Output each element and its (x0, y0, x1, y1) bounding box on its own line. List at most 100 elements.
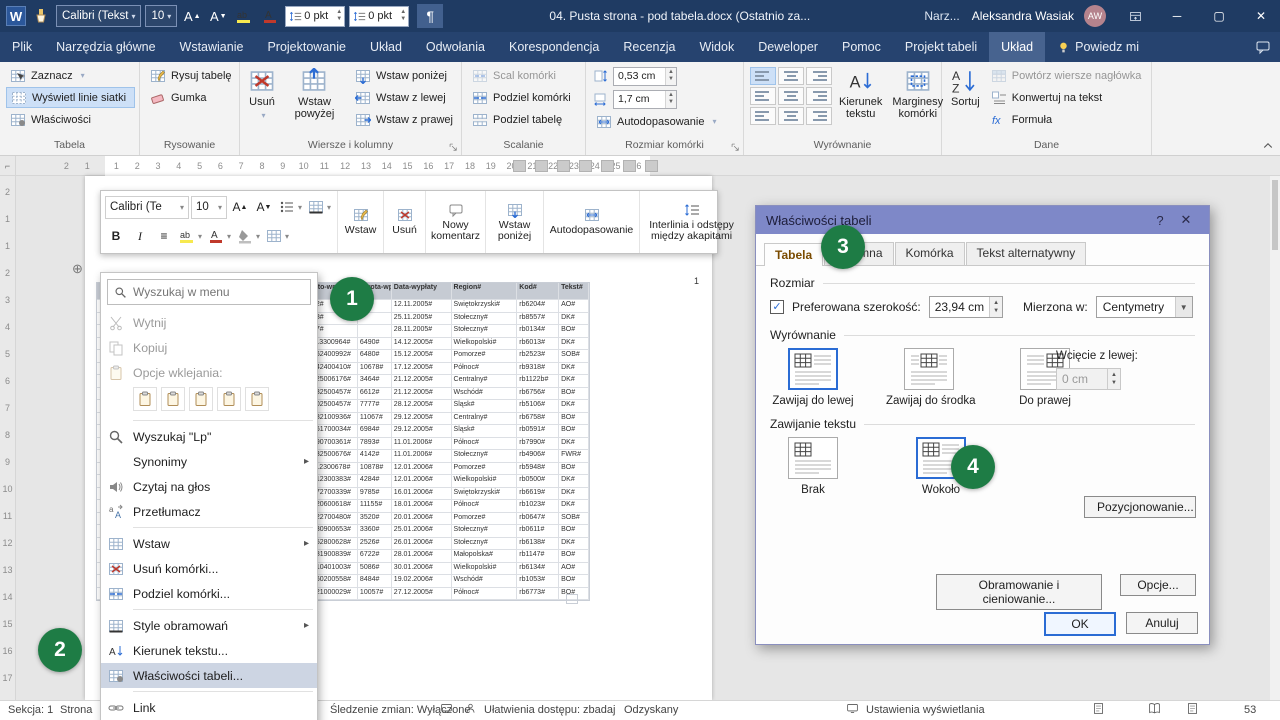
ruler-column-marker[interactable] (513, 160, 526, 172)
text-highlight-button[interactable]: ab▾ (177, 225, 204, 248)
mini-toolbar-button[interactable]: Wstaw (337, 191, 383, 253)
measured-in-select[interactable]: Centymetry▼ (1096, 296, 1193, 318)
dialog-titlebar[interactable]: Właściwości tabeli ? ✕ (756, 206, 1209, 234)
user-name[interactable]: Aleksandra Wasiak (972, 9, 1074, 23)
menu-item[interactable]: Wyszukaj "Lp" (101, 424, 317, 449)
wrapping-option[interactable]: Brak (770, 437, 856, 496)
table-move-handle[interactable]: ⊕ (72, 261, 83, 277)
formula-button[interactable]: fxFormuła (987, 109, 1147, 130)
shrink-font-button[interactable]: A▼ (207, 5, 229, 27)
table-properties-button[interactable]: Właściwości (6, 109, 135, 130)
shading-button[interactable]: ▾ (235, 225, 262, 248)
print-layout-icon[interactable] (1186, 701, 1203, 720)
page-indicator[interactable]: Strona (60, 701, 92, 720)
ribbon-tab[interactable]: Widok (687, 32, 746, 62)
align-middle-center-button[interactable] (778, 87, 804, 105)
mini-toolbar-button[interactable]: Wstaw poniżej (485, 191, 543, 253)
feedback-icon[interactable] (1246, 32, 1280, 62)
close-button[interactable]: ✕ (1242, 0, 1280, 32)
mini-font-name-select[interactable]: Calibri (Te▾ (105, 196, 189, 219)
draw-table-button[interactable]: Rysuj tabelę (146, 65, 235, 86)
ribbon-display-options-button[interactable] (1116, 0, 1154, 32)
align-middle-left-button[interactable] (750, 87, 776, 105)
mini-toolbar-button[interactable]: Usuń (383, 191, 425, 253)
dialog-launcher-icon[interactable] (730, 142, 741, 153)
mini-font-size-select[interactable]: 10▾ (191, 196, 227, 219)
menu-item[interactable] (133, 609, 313, 610)
align-middle-right-button[interactable] (806, 87, 832, 105)
align-button[interactable]: ≡ (153, 225, 175, 248)
menu-item[interactable]: Czytaj na głos (101, 474, 317, 499)
bold-button[interactable]: B (105, 225, 127, 248)
ribbon-tab[interactable]: Narzędzia główne (44, 32, 167, 62)
insert-below-button[interactable]: Wstaw poniżej (351, 65, 457, 86)
menu-item[interactable]: Wytnij (101, 310, 317, 335)
zoom-level[interactable]: 53 (1244, 701, 1256, 720)
view-gridlines-button[interactable]: Wyświetl linie siatki (6, 87, 135, 108)
font-name-select[interactable]: Calibri (Tekst▾ (56, 5, 141, 27)
mini-toolbar-button[interactable]: Nowy komentarz (425, 191, 485, 253)
grow-font-button[interactable]: A▲ (181, 5, 203, 27)
shrink-font-button[interactable]: A▼ (253, 196, 275, 219)
dialog-tab[interactable]: Tabela (764, 243, 823, 266)
ribbon-tab[interactable]: Wstawianie (168, 32, 256, 62)
ribbon-tab[interactable]: Układ (989, 32, 1045, 62)
borders-shading-button[interactable]: Obramowanie i cieniowanie... (936, 574, 1102, 610)
align-top-right-button[interactable] (806, 67, 832, 85)
cell-margins-button[interactable]: Marginesy komórki (889, 65, 946, 138)
dialog-tab[interactable]: Tekst alternatywny (966, 242, 1087, 265)
show-paragraph-marks-button[interactable]: ¶ (417, 4, 443, 28)
display-settings-icon[interactable] (846, 701, 863, 720)
paste-option-icon[interactable] (133, 387, 157, 411)
mini-toolbar-button[interactable]: Autodopasowanie (543, 191, 639, 253)
menu-item[interactable]: Wstaw▸ (101, 531, 317, 556)
minimize-button[interactable]: ─ (1158, 0, 1196, 32)
menu-item[interactable]: Podziel komórki... (101, 581, 317, 606)
bullets-button[interactable]: ▾ (277, 196, 304, 219)
align-top-left-button[interactable] (750, 67, 776, 85)
convert-to-text-button[interactable]: Konwertuj na tekst (987, 87, 1147, 108)
ribbon-tab[interactable]: Projektowanie (255, 32, 358, 62)
search-box[interactable]: Narz... (924, 9, 959, 23)
font-color-button[interactable]: A (259, 5, 281, 27)
font-size-select[interactable]: 10▾ (145, 5, 177, 27)
display-check-icon[interactable] (440, 701, 457, 720)
align-bottom-right-button[interactable] (806, 107, 832, 125)
menu-item[interactable]: Link (101, 695, 317, 720)
ruler-column-marker[interactable] (579, 160, 592, 172)
tell-me-tab[interactable]: Powiedz mi (1045, 32, 1151, 62)
ok-button[interactable]: OK (1044, 612, 1116, 636)
dialog-launcher-icon[interactable] (448, 142, 459, 153)
font-color-button[interactable]: A▾ (206, 225, 233, 248)
menu-item[interactable]: aAPrzetłumacz (101, 499, 317, 524)
maximize-button[interactable]: ▢ (1200, 0, 1238, 32)
menu-search-box[interactable] (107, 279, 311, 305)
scrollbar-thumb[interactable] (1272, 180, 1278, 250)
spacing-after-spinner[interactable]: 0 pkt▲▼ (349, 6, 409, 27)
recovered-indicator[interactable]: Odzyskany (624, 701, 678, 720)
alignment-option[interactable]: Zawijaj do środka (886, 348, 972, 407)
vertical-ruler[interactable]: 211234567891011121314151617 (0, 176, 16, 700)
ruler-column-marker[interactable] (645, 160, 658, 172)
horizontal-ruler[interactable]: 21 1234567891011121314151617181920212223… (16, 156, 1280, 176)
ribbon-tab[interactable]: Recenzja (611, 32, 687, 62)
align-bottom-center-button[interactable] (778, 107, 804, 125)
avatar[interactable]: AW (1084, 5, 1106, 27)
focus-mode-icon[interactable] (1092, 701, 1109, 720)
section-indicator[interactable]: Sekcja: 1 (8, 701, 53, 720)
delete-button[interactable]: Usuń▾ (246, 65, 278, 138)
alignment-option[interactable]: Zawijaj do lewej (770, 348, 856, 407)
border-grid-button[interactable]: ▾ (264, 225, 291, 248)
ruler-column-marker[interactable] (601, 160, 614, 172)
spacing-before-spinner[interactable]: 0 pkt▲▼ (285, 6, 345, 27)
format-painter-icon[interactable] (30, 5, 52, 27)
ribbon-tab[interactable]: Plik (0, 32, 44, 62)
preferred-width-checkbox[interactable]: ✓ (770, 300, 784, 314)
preferred-width-spinner[interactable]: 23,94 cm▲▼ (929, 296, 1003, 318)
accessibility-indicator[interactable]: Ułatwienia dostępu: zbadaj (484, 701, 615, 720)
column-width-spinner[interactable]: 1,7 cm▲▼ (613, 90, 677, 109)
split-cells-button[interactable]: Podziel komórki (468, 87, 581, 108)
menu-item[interactable] (133, 691, 313, 692)
positioning-button[interactable]: Pozycjonowanie... (1084, 496, 1196, 518)
insert-right-button[interactable]: Wstaw z prawej (351, 109, 457, 130)
